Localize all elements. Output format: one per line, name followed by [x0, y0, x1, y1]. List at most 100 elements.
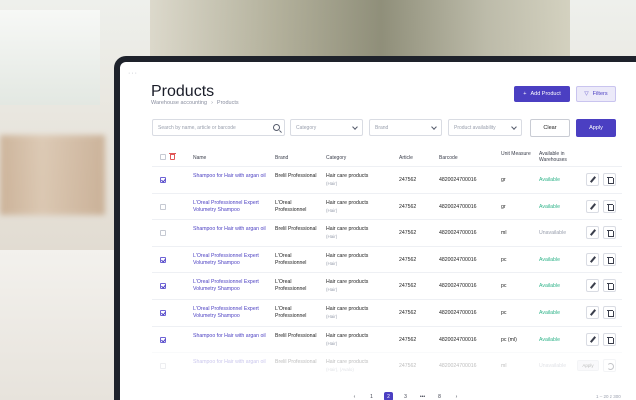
table-row[interactable]: Shampoo for Hair with argan oil Brelil Pr… [152, 219, 622, 246]
select-all-checkbox[interactable] [160, 154, 166, 160]
edit-icon[interactable] [586, 305, 599, 319]
trash-icon[interactable] [603, 332, 616, 346]
row-checkbox[interactable] [160, 177, 166, 183]
header-available[interactable]: Available in Warehouses [539, 151, 581, 163]
table-row[interactable]: L'Oreal Professionnel Expert Volumetry S… [152, 298, 622, 326]
row-checkbox[interactable] [160, 230, 166, 237]
product-article: 247562 [399, 336, 417, 343]
product-name-link[interactable]: L'Oreal Professionnel Expert Volumetry S… [193, 279, 273, 293]
category-label: Hair care products [326, 173, 369, 179]
product-name-link[interactable]: L'Oreal Professionnel Expert Volumetry S… [193, 306, 273, 320]
chevron-down-icon [431, 124, 437, 130]
product-category: Hair care products (Hair) [326, 306, 368, 320]
page-1[interactable]: 1 [367, 392, 376, 400]
availability-status: Unavailable [539, 363, 567, 370]
edit-icon[interactable] [586, 173, 599, 186]
header-unit[interactable]: Unit Measure [501, 151, 531, 157]
category-sub: (Hair) [326, 287, 338, 293]
product-brand: L'Oreal Professionnel [275, 279, 307, 293]
row-checkbox[interactable] [160, 309, 166, 316]
pagination-prev-icon[interactable]: ‹ [350, 392, 359, 400]
row-apply-button[interactable]: Apply [577, 360, 599, 372]
product-category: Hair care products (Hair) [326, 279, 368, 293]
row-checkbox[interactable] [160, 336, 166, 343]
product-barcode: 4820024700016 [439, 230, 477, 237]
search-icon[interactable] [273, 124, 280, 131]
table-row[interactable]: L'Oreal Professionnel Expert Volumetry S… [152, 192, 622, 220]
header-name[interactable]: Name [193, 155, 206, 161]
category-sub: (Hair) [326, 260, 338, 266]
product-barcode: 4820024700016 [439, 283, 477, 290]
edit-icon[interactable] [586, 279, 599, 293]
edit-icon[interactable] [586, 332, 599, 346]
filters-label: Filters [592, 91, 608, 97]
chevron-down-icon [352, 124, 358, 130]
product-brand: L'Oreal Professionnel [275, 199, 307, 213]
page-8[interactable]: 8 [435, 392, 444, 400]
product-category: Hair care products (Hair) [326, 173, 368, 187]
product-brand: L'Oreal Professionnel [275, 252, 307, 266]
add-product-button[interactable]: + Add Product [514, 86, 570, 102]
product-brand: Brelil Professional [275, 332, 317, 339]
trash-icon[interactable] [603, 252, 616, 266]
delete-selected-icon[interactable] [169, 153, 176, 160]
category-placeholder: Category [296, 124, 317, 131]
header-article[interactable]: Article [399, 155, 413, 161]
table-row[interactable]: Shampoo for Hair with argan oil Brelil Pr… [152, 166, 622, 193]
row-checkbox[interactable] [160, 283, 166, 290]
trash-icon[interactable] [603, 279, 616, 293]
edit-icon[interactable] [586, 199, 599, 213]
brand-select[interactable]: Brand [369, 119, 442, 136]
product-article: 247562 [399, 283, 417, 290]
category-label: Hair care products [326, 199, 369, 206]
category-label: Hair care products [326, 226, 369, 233]
page-2[interactable]: 2 [384, 392, 393, 400]
apply-button[interactable]: Apply [576, 119, 616, 137]
availability-select[interactable]: Product availability [448, 119, 522, 136]
product-unit: pc [501, 283, 507, 290]
search-input[interactable]: Search by name, article or barcode [152, 119, 285, 136]
trash-icon[interactable] [603, 305, 616, 319]
clear-button[interactable]: Clear [530, 119, 570, 137]
table-row[interactable]: Shampoo for Hair with argan oil Brelil Pr… [152, 352, 622, 379]
header-category[interactable]: Category [326, 155, 346, 161]
product-unit: gr [501, 177, 506, 183]
row-checkbox[interactable] [160, 256, 166, 263]
table-row[interactable]: Shampoo for Hair with argan oil Brelil Pr… [152, 325, 622, 353]
product-article: 247562 [399, 203, 417, 210]
page-3[interactable]: 3 [401, 392, 410, 400]
header-brand[interactable]: Brand [275, 155, 288, 161]
availability-status: Available [539, 283, 560, 290]
header-barcode[interactable]: Barcode [439, 155, 458, 161]
product-name-link[interactable]: Shampoo for Hair with argan oil [193, 226, 273, 233]
product-name-link[interactable]: L'Oreal Professionnel Expert Volumetry S… [193, 200, 273, 214]
availability-status: Available [539, 177, 560, 183]
product-barcode: 4820024700016 [439, 309, 477, 316]
product-table-body: Shampoo for Hair with argan oil Brelil Pr… [152, 166, 622, 379]
product-name-link[interactable]: L'Oreal Professionnel Expert Volumetry S… [193, 253, 273, 267]
row-checkbox[interactable] [160, 363, 166, 370]
product-brand: Brelil Professional [275, 226, 317, 233]
window-menu-dots[interactable]: ··· [128, 70, 138, 77]
filters-button[interactable]: ▽ Filters [576, 86, 616, 102]
row-checkbox[interactable] [160, 203, 166, 210]
trash-icon[interactable] [603, 226, 616, 240]
table-row[interactable]: L'Oreal Professionnel Expert Volumetry S… [152, 272, 622, 299]
product-unit: ml [501, 230, 507, 237]
product-name-link[interactable]: Shampoo for Hair with argan oil [193, 173, 273, 180]
filter-icon: ▽ [584, 91, 589, 97]
undo-icon[interactable] [603, 359, 616, 373]
product-name-link[interactable]: Shampoo for Hair with argan oil [193, 359, 273, 366]
product-brand: Brelil Professional [275, 359, 317, 366]
pagination-next-icon[interactable]: › [452, 392, 461, 400]
edit-icon[interactable] [586, 226, 599, 240]
trash-icon[interactable] [603, 173, 616, 186]
category-select[interactable]: Category [290, 119, 363, 136]
product-barcode: 4820024700016 [439, 336, 477, 343]
trash-icon[interactable] [603, 199, 616, 213]
breadcrumb-warehouse[interactable]: Warehouse accounting [151, 100, 207, 106]
edit-icon[interactable] [586, 252, 599, 266]
product-name-link[interactable]: Shampoo for Hair with argan oil [193, 333, 273, 340]
table-row[interactable]: L'Oreal Professionnel Expert Volumetry S… [152, 245, 622, 273]
category-label: Hair care products [326, 359, 369, 366]
